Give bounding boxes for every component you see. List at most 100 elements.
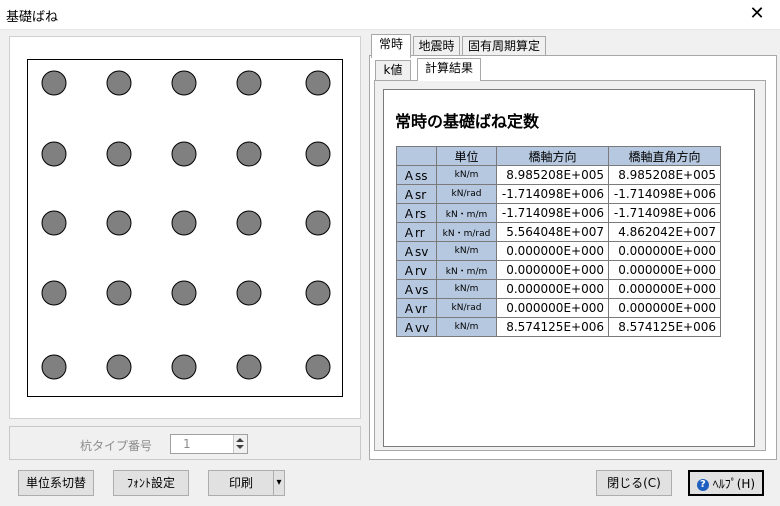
unit-cell: kN・m/rad [436,222,497,242]
help-button[interactable]: ? ﾍﾙﾌﾟ(H) [688,470,764,496]
perpendicular-value-cell: 4.862042E+007 [608,222,721,242]
row-name-cell: Ａrv [396,260,437,280]
table-row: Ａrs kN・m/m -1.714098E+006 -1.714098E+006 [396,203,721,223]
font-settings-button[interactable]: ﾌｫﾝﾄ設定 [113,470,189,496]
pile-circle [305,280,331,306]
tab-seismic[interactable]: 地震時 [413,36,460,56]
pile-circle [171,280,197,306]
axial-value-cell: -1.714098E+006 [496,203,609,223]
pile-circle [41,210,67,236]
row-name-cell: Ａsr [396,184,437,204]
unit-switch-button[interactable]: 単位系切替 [18,470,94,496]
column-header-perpendicular: 橋軸直角方向 [608,146,721,166]
pile-circle [236,70,262,96]
perpendicular-value-cell: 0.000000E+000 [608,260,721,280]
unit-cell: kN/rad [436,184,497,204]
perpendicular-value-cell: -1.714098E+006 [608,203,721,223]
table-row: Ａss kN/m 8.985208E+005 8.985208E+005 [396,165,721,185]
help-icon: ? [696,478,709,491]
axial-value-cell: 5.564048E+007 [496,222,609,242]
unit-cell: kN/m [436,241,497,261]
pile-circle [171,141,197,167]
unit-cell: kN/rad [436,298,497,318]
row-name-cell: Ａss [396,165,437,185]
spinner-arrows[interactable] [233,435,247,453]
subtab-k-value[interactable]: k値 [375,60,411,80]
row-name-cell: Ａsv [396,241,437,261]
table-corner-cell [396,146,437,166]
pile-circle [171,210,197,236]
pile-type-value: 1 [183,437,191,451]
pile-circle [305,141,331,167]
print-button[interactable]: 印刷 [208,470,274,496]
subtab-calc-results[interactable]: 計算結果 [417,58,481,81]
table-row: Ａsv kN/m 0.000000E+000 0.000000E+000 [396,241,721,261]
spring-constants-table: 単位 橋軸方向 橋軸直角方向 Ａss kN/m 8.985208E+005 8.985… [396,146,721,337]
pile-circle [106,70,132,96]
spin-up-icon[interactable] [236,438,244,442]
table-row: Ａsr kN/rad -1.714098E+006 -1.714098E+006 [396,184,721,204]
pile-circle [41,70,67,96]
pile-circle [236,354,262,380]
pile-circle [41,280,67,306]
pile-type-group: 杭タイプ番号 1 [9,426,361,460]
axial-value-cell: 0.000000E+000 [496,241,609,261]
title-bar: 基礎ばね ✕ [0,0,780,30]
unit-cell: kN/m [436,279,497,299]
pile-type-label: 杭タイプ番号 [80,439,153,453]
perpendicular-value-cell: 0.000000E+000 [608,279,721,299]
pile-circle [106,354,132,380]
axial-value-cell: 0.000000E+000 [496,298,609,318]
table-row: Ａvs kN/m 0.000000E+000 0.000000E+000 [396,279,721,299]
table-row: Ａrr kN・m/rad 5.564048E+007 4.862042E+007 [396,222,721,242]
pile-circle [171,354,197,380]
pile-circle [171,70,197,96]
column-header-axial: 橋軸方向 [496,146,609,166]
pile-layout-drawing [41,70,331,380]
pile-circle [236,210,262,236]
table-row: Ａvr kN/rad 0.000000E+000 0.000000E+000 [396,298,721,318]
perpendicular-value-cell: 8.574125E+006 [608,317,721,337]
unit-cell: kN・m/m [436,203,497,223]
pile-type-spinner[interactable]: 1 [170,434,248,454]
section-heading: 常時の基礎ばね定数 [395,112,540,131]
pile-circle [305,354,331,380]
help-label: ﾍﾙﾌﾟ(H) [712,477,756,491]
pile-circle [305,210,331,236]
tab-normal[interactable]: 常時 [371,34,411,58]
row-name-cell: Ａrr [396,222,437,242]
row-name-cell: Ａvr [396,298,437,318]
pile-circle [106,210,132,236]
table-row: Ａrv kN・m/m 0.000000E+000 0.000000E+000 [396,260,721,280]
axial-value-cell: -1.714098E+006 [496,184,609,204]
unit-cell: kN/m [436,165,497,185]
pile-circle [305,70,331,96]
axial-value-cell: 8.985208E+005 [496,165,609,185]
table-header-row: 単位 橋軸方向 橋軸直角方向 [396,146,721,166]
pile-circle [106,141,132,167]
pile-circle [236,280,262,306]
footing-outline [27,59,343,397]
row-name-cell: Ａrs [396,203,437,223]
unit-cell: kN/m [436,317,497,337]
perpendicular-value-cell: -1.714098E+006 [608,184,721,204]
close-icon[interactable]: ✕ [734,0,780,30]
close-button[interactable]: 閉じる(C) [596,470,672,496]
pile-circle [236,141,262,167]
table-row: Ａvv kN/m 8.574125E+006 8.574125E+006 [396,317,721,337]
tab-natural-period[interactable]: 固有周期算定 [462,36,546,56]
row-name-cell: Ａvs [396,279,437,299]
pile-preview-panel [9,36,361,419]
axial-value-cell: 0.000000E+000 [496,279,609,299]
column-header-unit: 単位 [436,146,497,166]
unit-cell: kN・m/m [436,260,497,280]
pile-circle [41,354,67,380]
pile-circle [106,280,132,306]
row-name-cell: Ａvv [396,317,437,337]
perpendicular-value-cell: 8.985208E+005 [608,165,721,185]
perpendicular-value-cell: 0.000000E+000 [608,241,721,261]
print-dropdown-icon[interactable]: ▾ [273,470,285,496]
spin-down-icon[interactable] [236,445,244,449]
axial-value-cell: 0.000000E+000 [496,260,609,280]
axial-value-cell: 8.574125E+006 [496,317,609,337]
